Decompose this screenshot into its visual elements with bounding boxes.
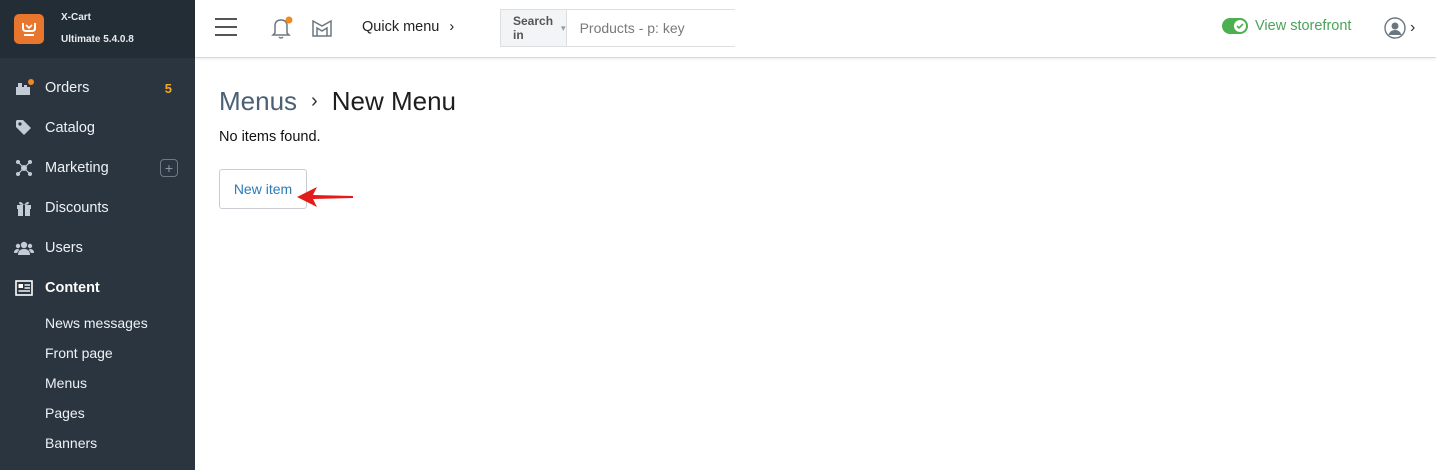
sidebar-subitem-pages[interactable]: Pages bbox=[0, 398, 195, 428]
hamburger-menu-icon[interactable] bbox=[215, 18, 237, 36]
sidebar-subitem-menus[interactable]: Menus bbox=[0, 368, 195, 398]
quick-menu-button[interactable]: Quick menu › bbox=[362, 19, 454, 35]
sidebar-item-label: Content bbox=[45, 280, 100, 296]
sidebar-item-label: Users bbox=[45, 240, 83, 256]
chevron-right-icon: › bbox=[1410, 19, 1416, 36]
sidebar-item-orders[interactable]: Orders 5 bbox=[0, 68, 195, 108]
check-icon bbox=[1234, 20, 1246, 32]
brand-header: X-Cart Ultimate 5.4.0.8 bbox=[0, 0, 195, 58]
sidebar-item-users[interactable]: Users bbox=[0, 228, 195, 268]
orders-icon bbox=[14, 78, 34, 98]
sidebar-item-label: Marketing bbox=[45, 160, 109, 176]
sidebar-subitem-banners[interactable]: Banners bbox=[0, 428, 195, 458]
user-menu-button[interactable]: › bbox=[1384, 17, 1415, 39]
quick-menu-label: Quick menu bbox=[362, 19, 440, 35]
storefront-shop-icon[interactable] bbox=[311, 17, 333, 44]
newspaper-icon bbox=[14, 278, 34, 298]
user-avatar-icon bbox=[1384, 17, 1406, 39]
sidebar-nav: Orders 5 Catalog Marketing + Discounts U… bbox=[0, 58, 195, 458]
xcart-logo-icon[interactable] bbox=[14, 14, 44, 44]
tag-icon bbox=[14, 118, 34, 138]
new-item-button[interactable]: New item bbox=[219, 169, 307, 209]
sidebar-subitem-news-messages[interactable]: News messages bbox=[0, 308, 195, 338]
notifications-bell-icon[interactable] bbox=[271, 16, 293, 45]
breadcrumb-separator-icon: › bbox=[311, 89, 318, 112]
sidebar-item-label: Orders bbox=[45, 80, 90, 96]
sidebar-subitem-front-page[interactable]: Front page bbox=[0, 338, 195, 368]
chevron-down-icon: ▾ bbox=[561, 22, 566, 33]
brand-text: X-Cart Ultimate 5.4.0.8 bbox=[61, 7, 134, 51]
empty-state-text: No items found. bbox=[219, 129, 321, 145]
sidebar-item-catalog[interactable]: Catalog bbox=[0, 108, 195, 148]
chevron-right-icon: › bbox=[449, 19, 455, 35]
sidebar-item-marketing[interactable]: Marketing + bbox=[0, 148, 195, 188]
sidebar-item-content[interactable]: Content bbox=[0, 268, 195, 308]
gift-icon bbox=[14, 198, 34, 218]
search-in-dropdown[interactable]: Search in ▾ bbox=[501, 10, 567, 46]
sidebar-item-label: Discounts bbox=[45, 200, 109, 216]
topbar: Quick menu › Search in ▾ View storefront… bbox=[195, 0, 1436, 58]
users-icon bbox=[14, 238, 34, 258]
search-box: Search in ▾ bbox=[500, 9, 761, 47]
sidebar: X-Cart Ultimate 5.4.0.8 Orders 5 Catalog… bbox=[0, 0, 195, 470]
breadcrumb-menus-link[interactable]: Menus bbox=[219, 86, 297, 117]
brand-name: X-Cart bbox=[61, 12, 92, 23]
view-storefront-label: View storefront bbox=[1255, 18, 1352, 34]
brand-version: Ultimate 5.4.0.8 bbox=[61, 34, 134, 45]
add-marketing-button[interactable]: + bbox=[160, 159, 178, 177]
page-title: New Menu bbox=[331, 85, 456, 116]
sidebar-item-label: Catalog bbox=[45, 120, 95, 136]
storefront-toggle-switch[interactable] bbox=[1222, 18, 1248, 34]
orders-count-badge: 5 bbox=[164, 80, 172, 96]
sidebar-item-discounts[interactable]: Discounts bbox=[0, 188, 195, 228]
search-in-label: Search in bbox=[513, 14, 554, 42]
red-arrow-annotation-icon bbox=[297, 185, 355, 214]
breadcrumb: Menus › New Menu bbox=[219, 84, 456, 118]
search-input[interactable] bbox=[566, 10, 761, 46]
view-storefront-toggle[interactable]: View storefront bbox=[1222, 18, 1351, 34]
network-icon bbox=[14, 158, 34, 178]
